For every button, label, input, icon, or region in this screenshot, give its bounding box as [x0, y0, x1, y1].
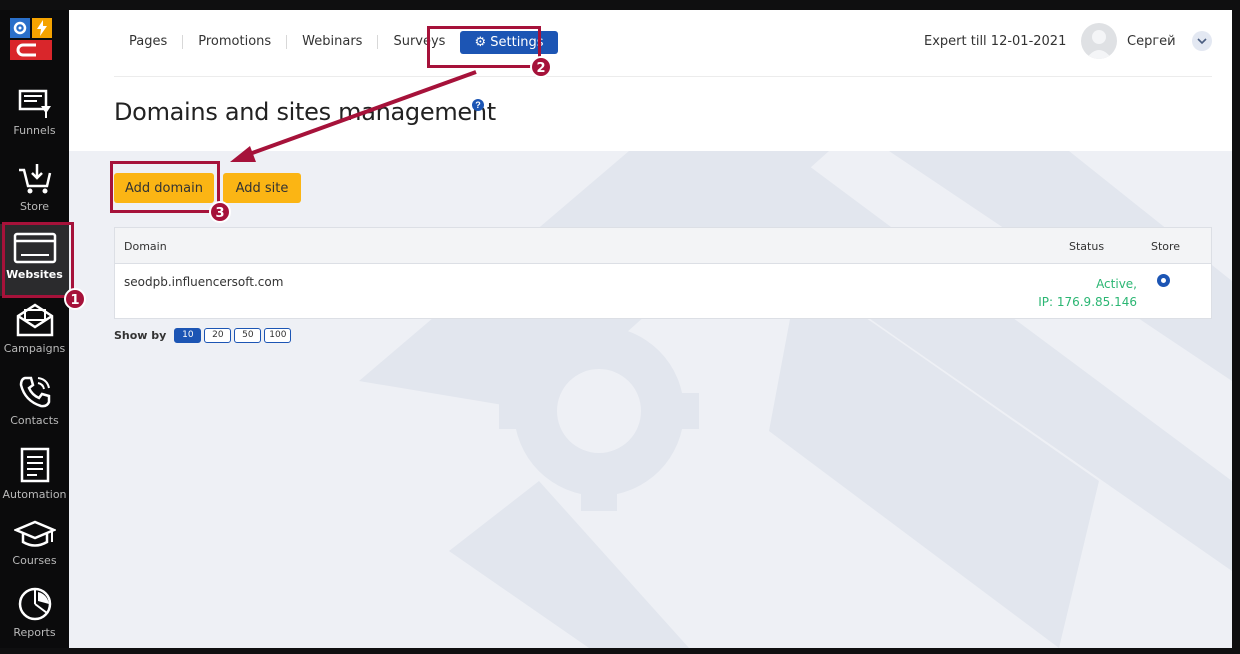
status-cell: Active, IP: 176.9.85.146: [1015, 275, 1137, 311]
sidebar-item-label: Reports: [13, 626, 56, 639]
avatar[interactable]: [1081, 23, 1117, 59]
nav-pages[interactable]: Pages: [114, 35, 184, 49]
main-content: Pages Promotions Webinars Surveys ⚙ Sett…: [69, 10, 1232, 648]
account-menu-toggle[interactable]: [1192, 31, 1212, 51]
column-domain: Domain: [124, 240, 167, 253]
sidebar-item-store[interactable]: Store: [0, 162, 69, 220]
sidebar-item-label: Store: [19, 200, 50, 213]
sidebar: Funnels Store Websites Campaigns Contact…: [0, 10, 69, 648]
nav-webinars[interactable]: Webinars: [287, 35, 379, 49]
background-decoration: [359, 151, 1232, 648]
logo-magnet-icon: [10, 40, 52, 60]
sidebar-item-reports[interactable]: Reports: [0, 586, 69, 644]
sidebar-item-campaigns[interactable]: Campaigns: [0, 302, 69, 360]
plan-status: Expert till 12-01-2021: [924, 34, 1067, 49]
sidebar-item-contacts[interactable]: Contacts: [0, 374, 69, 432]
store-radio[interactable]: [1157, 274, 1170, 287]
logo-gear-icon: [10, 18, 30, 38]
annotation-box-add-domain: [110, 161, 220, 213]
sidebar-item-funnels[interactable]: Funnels: [0, 88, 69, 146]
header-divider: [114, 76, 1212, 77]
phone-icon: [19, 376, 50, 408]
status-ip: IP: 176.9.85.146: [1038, 295, 1137, 309]
help-icon[interactable]: ?: [472, 99, 484, 111]
graduation-cap-icon: [13, 520, 56, 547]
sidebar-item-courses[interactable]: Courses: [0, 520, 69, 576]
document-icon: [20, 447, 49, 483]
sidebar-item-label: Campaigns: [3, 342, 66, 355]
envelope-icon: [16, 303, 53, 337]
show-by-label: Show by: [114, 329, 167, 342]
column-store: Store: [1151, 240, 1181, 253]
status-text: Active,: [1096, 277, 1137, 291]
pie-chart-icon: [18, 587, 51, 621]
annotation-marker-3: 3: [209, 201, 231, 223]
sidebar-item-label: Contacts: [10, 414, 59, 427]
page-title: Domains and sites management: [114, 98, 496, 126]
domain-name[interactable]: seodpb.influencersoft.com: [124, 275, 283, 289]
pagination: Show by 10 20 50 100: [114, 328, 294, 343]
page-size-100[interactable]: 100: [264, 328, 292, 343]
app-logo[interactable]: [10, 18, 54, 72]
header-panel: Pages Promotions Webinars Surveys ⚙ Sett…: [69, 10, 1232, 151]
page-size-20[interactable]: 20: [204, 328, 232, 343]
nav-promotions[interactable]: Promotions: [183, 35, 288, 49]
annotation-marker-2: 2: [530, 56, 552, 78]
user-silhouette-icon: [1086, 30, 1112, 59]
sidebar-item-label: Automation: [2, 488, 67, 501]
funnel-monitor-icon: [18, 89, 51, 118]
sidebar-item-label: Courses: [12, 554, 57, 567]
cart-icon: [18, 164, 51, 194]
sidebar-item-automation[interactable]: Automation: [0, 446, 69, 506]
table-header: Domain Status Store: [115, 228, 1211, 264]
add-site-button[interactable]: Add site: [223, 173, 301, 203]
logo-bolt-icon: [32, 18, 52, 38]
column-status: Status: [1069, 240, 1105, 253]
annotation-box-websites: [2, 222, 74, 298]
domains-table: Domain Status Store seodpb.influencersof…: [114, 227, 1212, 319]
sidebar-item-label: Funnels: [13, 124, 56, 137]
annotation-box-settings: [427, 26, 541, 68]
page-size-50[interactable]: 50: [234, 328, 262, 343]
user-name[interactable]: Сергей: [1127, 34, 1176, 49]
annotation-marker-1: 1: [64, 288, 86, 310]
chevron-down-icon: [1197, 38, 1207, 45]
page-size-10[interactable]: 10: [174, 328, 202, 343]
